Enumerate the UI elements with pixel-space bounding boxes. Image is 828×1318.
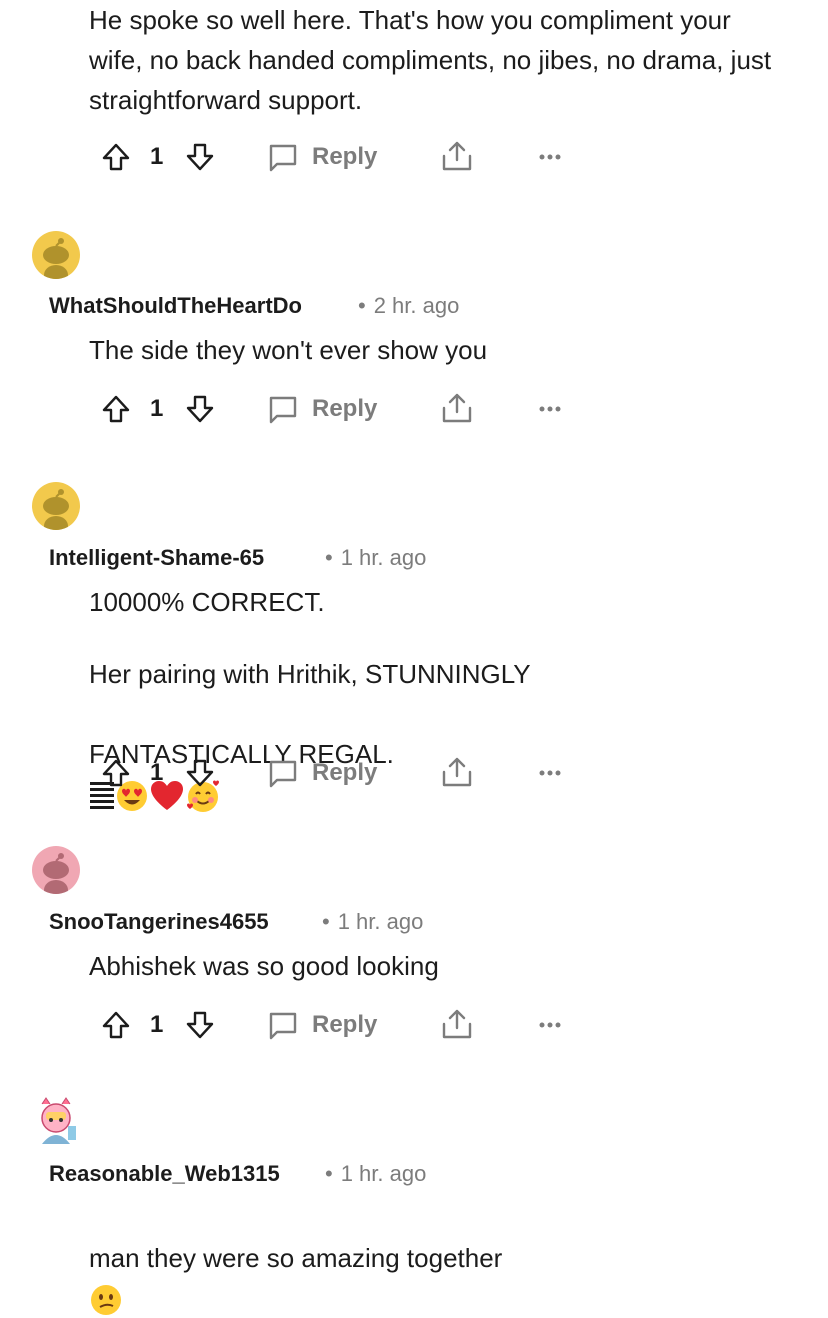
comment-body: man they were so amazing together: [89, 1198, 789, 1318]
comment-timestamp: 1 hr. ago: [340, 545, 427, 570]
comment-actions: 1 Reply: [100, 137, 580, 177]
comment-body-line: 10000% CORRECT.: [89, 587, 325, 617]
comment-body-line: Her pairing with Hrithik, STUNNINGLY: [89, 659, 531, 689]
comment-timestamp: 1 hr. ago: [337, 909, 424, 934]
vote-score: 1: [150, 395, 164, 422]
vote-score: 1: [150, 143, 164, 170]
share-upload-icon[interactable]: [440, 1007, 474, 1041]
speech-bubble-icon[interactable]: [267, 393, 299, 425]
upvote-arrow-icon[interactable]: [100, 1009, 132, 1041]
downvote-arrow-icon[interactable]: [184, 393, 216, 425]
snoo-avatar-icon: [43, 238, 69, 279]
snoo-avatar-icon: [43, 489, 69, 530]
speech-bubble-icon[interactable]: [267, 757, 299, 789]
downvote-arrow-icon[interactable]: [184, 757, 216, 789]
more-dots-icon[interactable]: [538, 141, 562, 173]
downvote-arrow-icon[interactable]: [184, 141, 216, 173]
reply-button[interactable]: Reply: [312, 393, 377, 425]
comment-body: He spoke so well here. That's how you co…: [89, 5, 772, 115]
comment-actions: 1 Reply: [100, 389, 580, 429]
upvote-arrow-icon[interactable]: [100, 393, 132, 425]
more-dots-icon[interactable]: [538, 393, 562, 425]
comment-timestamp: 2 hr. ago: [373, 293, 460, 318]
avatar[interactable]: [32, 231, 80, 279]
share-upload-icon[interactable]: [440, 755, 474, 789]
reply-button[interactable]: Reply: [312, 757, 377, 789]
comment-actions: 1 Reply: [100, 1005, 580, 1045]
speech-bubble-icon[interactable]: [267, 141, 299, 173]
avatar[interactable]: [32, 482, 80, 530]
share-upload-icon[interactable]: [440, 139, 474, 173]
comment-meta: • 1 hr. ago: [325, 545, 427, 570]
downvote-arrow-icon[interactable]: [184, 1009, 216, 1041]
confused-face-emoji-icon: [91, 1285, 121, 1316]
comment-username[interactable]: WhatShouldTheHeartDo: [49, 291, 302, 321]
reply-button[interactable]: Reply: [312, 1009, 377, 1041]
comment-username[interactable]: SnooTangerines4655: [49, 907, 269, 937]
comment-meta: • 1 hr. ago: [325, 1161, 427, 1186]
comment-body: Abhishek was so good looking: [89, 951, 439, 981]
more-dots-icon[interactable]: [538, 757, 562, 789]
share-upload-icon[interactable]: [440, 391, 474, 425]
comment-meta: • 2 hr. ago: [358, 293, 460, 318]
avatar[interactable]: [32, 1096, 80, 1144]
comment-username[interactable]: Intelligent-Shame-65: [49, 543, 264, 573]
snoo-avatar-icon: [43, 853, 69, 894]
upvote-arrow-icon[interactable]: [100, 141, 132, 173]
comment-timestamp: 1 hr. ago: [340, 1161, 427, 1186]
custom-avatar-icon: [41, 1097, 76, 1144]
more-dots-icon[interactable]: [538, 1009, 562, 1041]
comment-body: The side they won't ever show you: [89, 335, 488, 365]
avatar[interactable]: [32, 846, 80, 894]
comment-username[interactable]: Reasonable_Web1315: [49, 1159, 280, 1189]
vote-score: 1: [150, 759, 164, 786]
upvote-arrow-icon[interactable]: [100, 757, 132, 789]
reply-button[interactable]: Reply: [312, 141, 377, 173]
comment-actions: 1 Reply: [100, 753, 580, 793]
vote-score: 1: [150, 1011, 164, 1038]
comment-meta: • 1 hr. ago: [322, 909, 424, 934]
speech-bubble-icon[interactable]: [267, 1009, 299, 1041]
